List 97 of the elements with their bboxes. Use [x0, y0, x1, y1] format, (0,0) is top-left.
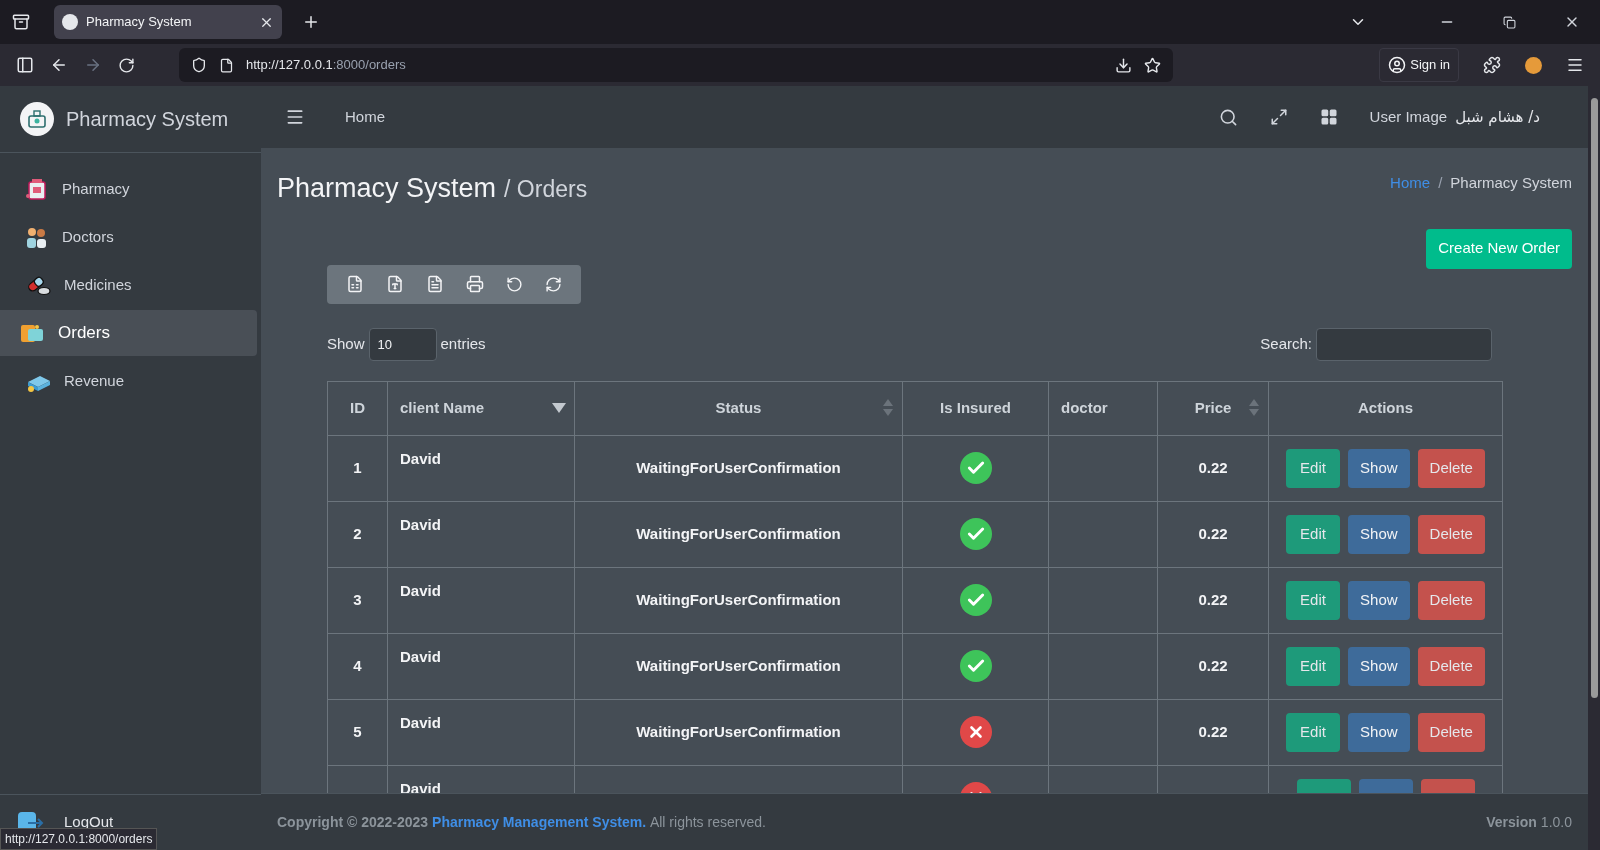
sign-in-button[interactable]: Sign in [1379, 48, 1459, 82]
favicon [62, 14, 78, 30]
table-cell: David [387, 501, 575, 567]
copyright-text: Copyright © 2022-2023 Pharmacy Management System. All rights reserved. [277, 812, 766, 832]
table-cell: David [387, 567, 575, 633]
delete-button[interactable]: Delete [1417, 712, 1485, 752]
table-cell: David [387, 633, 575, 699]
edit-button[interactable]: Edit [1286, 646, 1341, 686]
account-icon [1388, 56, 1407, 74]
breadcrumb-current: Pharmacy System [1450, 173, 1572, 193]
sidebar-item[interactable]: Doctors [0, 214, 257, 260]
pdf-export-icon[interactable] [426, 275, 444, 293]
table-cell: 2 [327, 501, 388, 567]
table-cell: WaitingForUserConfirmation [574, 633, 903, 699]
extension-icon[interactable] [1525, 56, 1542, 74]
table-cell: 5 [327, 699, 388, 765]
brand-name: Pharmacy System [66, 107, 229, 132]
version-number: 1.0.0 [1540, 812, 1572, 832]
edit-button[interactable]: Edit [1286, 712, 1341, 752]
table-cell: WaitingForUserConfirmation [574, 567, 903, 633]
user-name[interactable]: د/ هشام شبل [1455, 105, 1540, 129]
table-cell: WaitingForUserConfirmation [574, 501, 903, 567]
edit-button[interactable]: Edit [1286, 580, 1341, 620]
delete-button[interactable]: Delete [1417, 448, 1485, 488]
page-icon[interactable] [219, 57, 234, 73]
version-label: Version [1486, 812, 1537, 832]
show-button[interactable]: Show [1348, 514, 1410, 554]
reset-icon[interactable] [506, 275, 523, 293]
show-label: Show [327, 333, 365, 354]
table-cell: 0.22 [1157, 699, 1269, 765]
delete-button[interactable]: Delete [1417, 514, 1485, 554]
grid-icon[interactable] [1319, 108, 1338, 126]
tab-list-icon[interactable] [12, 13, 30, 31]
page-subtitle: / Orders [504, 175, 588, 204]
column-header: Actions [1268, 381, 1503, 435]
shield-icon[interactable] [191, 57, 207, 73]
table-cell: 0.22 [1157, 501, 1269, 567]
brand-logo [20, 102, 54, 136]
column-header: Is Insured [902, 381, 1049, 435]
browser-tab[interactable]: Pharmacy System [54, 5, 282, 39]
menu-icon[interactable] [285, 107, 305, 127]
sidebar-item[interactable]: Revenue [0, 358, 257, 404]
table-cell: 4 [327, 633, 388, 699]
show-button[interactable]: Show [1348, 712, 1410, 752]
new-tab-icon[interactable] [302, 13, 320, 31]
column-header[interactable]: Price [1157, 381, 1269, 435]
entries-label: entries [440, 333, 486, 354]
column-header: ID [327, 381, 388, 435]
print-icon[interactable] [466, 275, 484, 293]
sidebar-item[interactable]: Medicines [0, 262, 257, 308]
menu-icon[interactable] [1566, 56, 1584, 74]
table-cell: WaitingForUserConfirmation [574, 699, 903, 765]
table-cell: David [387, 699, 575, 765]
table-cell: WaitingForUserConfirmation [574, 435, 903, 501]
table-cell: 0.22 [1157, 435, 1269, 501]
search-label: Search: [1260, 333, 1312, 354]
column-header[interactable]: Status [574, 381, 903, 435]
column-header[interactable]: client Name [387, 381, 575, 435]
fullscreen-icon[interactable] [1269, 108, 1288, 126]
back-icon[interactable] [50, 56, 68, 74]
breadcrumb-separator: / [1438, 173, 1443, 193]
search-field[interactable] [1316, 327, 1492, 361]
search-icon[interactable] [1218, 107, 1238, 127]
status-url-tooltip: http://127.0.0.1:8000/orders [0, 828, 158, 850]
home-link[interactable]: Home [345, 105, 385, 129]
delete-button[interactable]: Delete [1417, 580, 1485, 620]
entries-select[interactable]: 10 [368, 327, 437, 361]
extensions-icon[interactable] [1483, 56, 1501, 74]
show-button[interactable]: Show [1348, 646, 1410, 686]
user-image-alt: User Image [1369, 106, 1448, 127]
csv-export-icon[interactable] [386, 275, 404, 293]
scrollbar[interactable] [1588, 86, 1600, 850]
delete-button[interactable]: Delete [1417, 646, 1485, 686]
table-cell: 0.22 [1157, 567, 1269, 633]
excel-export-icon[interactable] [346, 275, 364, 293]
address-bar[interactable]: http://127.0.0.1:8000/orders [179, 48, 1173, 82]
table-cell: 1 [327, 435, 388, 501]
show-button[interactable]: Show [1348, 448, 1410, 488]
reload-icon[interactable] [118, 56, 135, 74]
sidebar-item[interactable]: Pharmacy [0, 166, 257, 212]
footer-link[interactable]: Pharmacy Management System. [432, 813, 647, 830]
edit-button[interactable]: Edit [1286, 448, 1341, 488]
table-cell: 0.22 [1157, 633, 1269, 699]
table-cell: 3 [327, 567, 388, 633]
url-text: http://127.0.0.1:8000/orders [246, 56, 406, 75]
table-cell: David [387, 435, 575, 501]
sidebar-item[interactable]: Orders [0, 310, 257, 356]
show-button[interactable]: Show [1348, 580, 1410, 620]
column-header: doctor [1048, 381, 1158, 435]
bookmark-star-icon[interactable] [1144, 56, 1161, 74]
page-title: Pharmacy System [277, 172, 497, 205]
download-icon[interactable] [1115, 56, 1132, 74]
edit-button[interactable]: Edit [1286, 514, 1341, 554]
sidebar-toggle-icon[interactable] [16, 56, 34, 74]
refresh-icon[interactable] [545, 275, 562, 293]
forward-icon[interactable] [84, 56, 102, 74]
restore-icon[interactable] [1503, 15, 1516, 29]
